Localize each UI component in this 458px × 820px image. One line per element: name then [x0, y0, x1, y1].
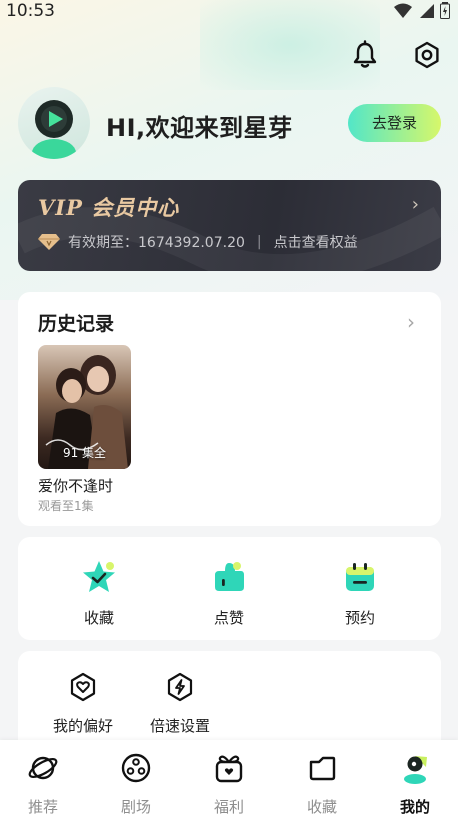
- tab-recommend[interactable]: 推荐: [8, 752, 78, 817]
- tab-favorites-label: 收藏: [306, 798, 337, 816]
- heart-shield-icon: [70, 672, 96, 702]
- status-bar: 10:53: [0, 0, 458, 24]
- tab-theater-label: 剧场: [120, 798, 151, 816]
- settings-icon[interactable]: [412, 40, 442, 70]
- vip-center-card[interactable]: VIP 会员中心 › 有效期至：1674392.07.20 | 点击查看权益: [18, 180, 441, 271]
- planet-icon: [28, 756, 58, 780]
- status-time: 10:53: [6, 1, 55, 21]
- vip-subtitle: 有效期至：1674392.07.20 | 点击查看权益: [38, 232, 358, 252]
- tab-mine[interactable]: 我的: [380, 752, 450, 817]
- history-poster[interactable]: 91 集全: [38, 345, 131, 469]
- likes-label: 点赞: [213, 609, 244, 627]
- tab-favorites[interactable]: 收藏: [287, 752, 357, 817]
- playback-speed-label: 倍速设置: [149, 717, 210, 735]
- vip-title: VIP 会员中心: [38, 195, 180, 220]
- vip-separator: |: [256, 234, 262, 250]
- history-show-name[interactable]: 爱你不逢时: [38, 475, 113, 496]
- reservations-button[interactable]: 预约: [320, 559, 400, 628]
- tab-mine-label: 我的: [399, 798, 430, 816]
- vip-validity: 有效期至：1674392.07.20: [68, 235, 245, 251]
- calendar-icon: [346, 563, 374, 591]
- history-show-progress: 观看至1集: [38, 499, 94, 513]
- signal-icon: [420, 3, 434, 18]
- thumbs-up-icon: [215, 562, 244, 591]
- avatar[interactable]: [18, 87, 90, 159]
- diamond-icon: [38, 234, 60, 250]
- speed-icon: [167, 672, 193, 702]
- episodes-badge: 91 集全: [62, 446, 107, 460]
- my-preferences-label: 我的偏好: [52, 717, 113, 735]
- star-icon: [83, 561, 115, 592]
- profile-icon: [404, 756, 427, 784]
- folder-icon: [309, 756, 336, 781]
- reservations-label: 预约: [344, 609, 375, 627]
- vip-chevron-right-icon: ›: [411, 194, 419, 215]
- vip-benefits-link[interactable]: 点击查看权益: [274, 232, 358, 252]
- status-icons: [394, 2, 450, 19]
- bell-icon[interactable]: [350, 40, 380, 70]
- likes-button[interactable]: 点赞: [189, 559, 269, 628]
- tab-welfare[interactable]: 福利: [194, 752, 264, 817]
- history-chevron-right-icon[interactable]: ›: [407, 310, 415, 334]
- avatar-logo-icon: [32, 100, 76, 159]
- wifi-icon: [394, 3, 412, 18]
- favorites-label: 收藏: [83, 609, 114, 627]
- film-reel-icon: [121, 753, 151, 783]
- tab-theater[interactable]: 剧场: [101, 752, 171, 817]
- bottom-tab-bar: 推荐 剧场 福利 收藏 我的: [0, 740, 458, 820]
- gift-icon: [215, 755, 243, 783]
- history-card: 历史记录 › 91 集全 爱你不逢时 观看至1集: [18, 292, 441, 526]
- history-title: 历史记录: [38, 313, 115, 335]
- login-button[interactable]: 去登录: [348, 104, 441, 142]
- actions-card: 收藏 点赞 预约: [18, 537, 441, 640]
- playback-speed-button[interactable]: 倍速设置: [135, 671, 225, 736]
- greeting-text: HI,欢迎来到星芽: [106, 114, 293, 142]
- favorites-button[interactable]: 收藏: [59, 559, 139, 628]
- battery-icon: [440, 2, 450, 19]
- tab-welfare-label: 福利: [213, 798, 244, 816]
- tab-recommend-label: 推荐: [27, 798, 58, 816]
- my-preferences-button[interactable]: 我的偏好: [38, 671, 128, 736]
